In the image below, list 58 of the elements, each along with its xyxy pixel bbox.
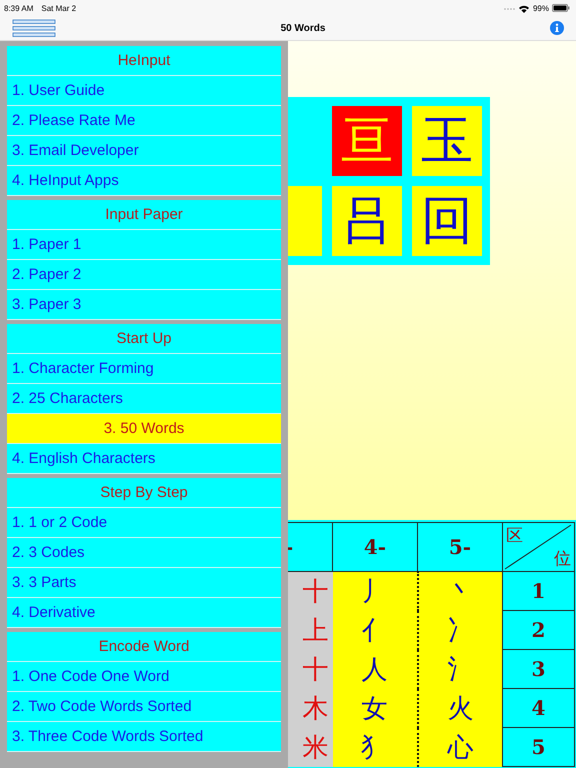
- table-cell: 冫: [418, 610, 502, 650]
- menu-item[interactable]: 1. 1 or 2 Code: [7, 508, 281, 538]
- menu-item[interactable]: 2. Please Rate Me: [7, 106, 281, 136]
- row-number: 1: [502, 572, 574, 610]
- character-tile[interactable]: 亘: [332, 106, 402, 176]
- section-header: Step By Step: [7, 478, 281, 508]
- menu-item[interactable]: 3. 50 Words: [7, 414, 281, 444]
- menu-icon: [12, 18, 56, 38]
- character-tile[interactable]: 玉: [412, 106, 482, 176]
- character-tile[interactable]: [288, 186, 322, 256]
- menu-item[interactable]: 1. Character Forming: [7, 354, 281, 384]
- table-cell: 丶: [418, 572, 502, 610]
- menu-item[interactable]: 2. 3 Codes: [7, 538, 281, 568]
- menu-item[interactable]: 4. Derivative: [7, 598, 281, 628]
- info-button[interactable]: [550, 21, 564, 35]
- table-cell: 氵: [418, 650, 502, 688]
- menu-item[interactable]: 3. Three Code Words Sorted: [7, 722, 281, 752]
- table-cell: 心: [418, 728, 502, 766]
- menu-item[interactable]: 1. One Code One Word: [7, 662, 281, 692]
- character-tile[interactable]: 吕: [332, 186, 402, 256]
- menu-item[interactable]: 3. 3 Parts: [7, 568, 281, 598]
- character-tile[interactable]: 回: [412, 186, 482, 256]
- column-header: 4-: [332, 522, 418, 572]
- column-header: 5-: [418, 522, 502, 572]
- nav-title: 50 Words: [280, 22, 326, 34]
- table-cell: 女: [332, 688, 418, 728]
- menu-item[interactable]: 2. Two Code Words Sorted: [7, 692, 281, 722]
- status-time: 8:39 AM: [4, 4, 34, 12]
- info-icon: [550, 21, 564, 35]
- table-cell: 火: [418, 688, 502, 728]
- section-header: Start Up: [7, 324, 281, 354]
- menu-item[interactable]: 1. User Guide: [7, 76, 281, 106]
- table-cell: 人: [332, 650, 418, 688]
- table-cell: 丿: [332, 572, 418, 610]
- menu-item[interactable]: 4. HeInput Apps: [7, 166, 281, 196]
- section-header: Input Paper: [7, 200, 281, 230]
- corner-label: 位: [554, 548, 571, 570]
- wifi-icon: [518, 4, 530, 12]
- row-number: 3: [502, 650, 574, 688]
- menu-item[interactable]: 4. English Characters: [7, 444, 281, 474]
- menu-item[interactable]: 3. Paper 3: [7, 290, 281, 320]
- table-cell: 亻: [332, 610, 418, 650]
- corner-label: 区: [506, 525, 523, 547]
- table-cell: 犭: [332, 728, 418, 766]
- battery-icon: [552, 4, 570, 12]
- status-date: Sat Mar 2: [41, 4, 76, 12]
- menu-button[interactable]: [12, 18, 56, 38]
- battery-level: 99%: [532, 4, 549, 12]
- menu-item[interactable]: 1. Paper 1: [7, 230, 281, 260]
- row-number: 4: [502, 688, 574, 728]
- row-number: 2: [502, 610, 574, 650]
- section-header: HeInput: [7, 46, 281, 76]
- menu-item[interactable]: 2. Paper 2: [7, 260, 281, 290]
- menu-item[interactable]: 3. Email Developer: [7, 136, 281, 166]
- row-number: 5: [502, 728, 574, 766]
- section-header: Encode Word: [7, 632, 281, 662]
- signal-icon: [504, 6, 515, 10]
- diagonal-line: [503, 523, 573, 571]
